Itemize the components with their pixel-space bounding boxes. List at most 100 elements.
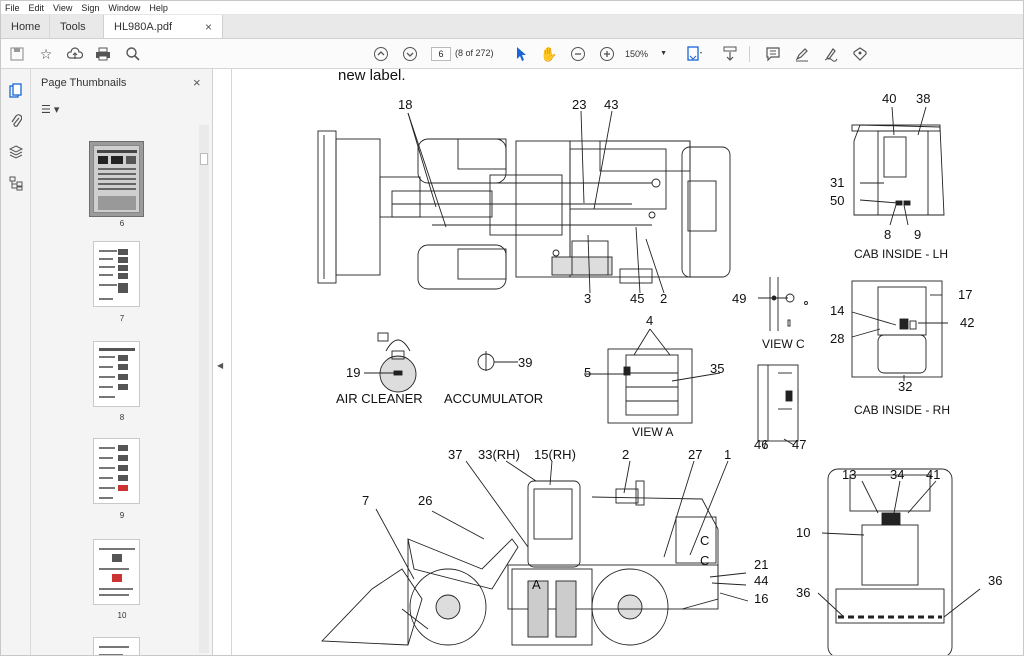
menu-file[interactable]: File [5, 3, 20, 13]
layers-icon[interactable] [6, 142, 26, 162]
callout-15-rh: 15(RH) [534, 447, 576, 462]
callout-26: 26 [418, 493, 433, 508]
caption-cab-inside-lh: CAB INSIDE - LH [854, 247, 949, 261]
callout-34: 34 [890, 467, 905, 482]
caption-view-a: VIEW A [632, 425, 674, 439]
upload-cloud-icon[interactable] [65, 44, 85, 64]
callout-41: 41 [926, 467, 941, 482]
fill-sign-icon[interactable] [821, 44, 841, 64]
menu-window[interactable]: Window [108, 3, 140, 13]
acrobat-window: File Edit View Sign Window Help Home Too… [0, 0, 1024, 656]
hand-icon[interactable]: ✋ [539, 44, 559, 64]
page-thumbnails-icon[interactable] [6, 81, 26, 101]
thumbnail-page-9[interactable] [93, 438, 140, 504]
tab-bar: Home Tools HL980A.pdf × [1, 15, 1023, 39]
caption-view-c: VIEW C [762, 337, 805, 351]
callout-44: 44 [754, 573, 769, 588]
page-count: (8 of 272) [455, 48, 494, 58]
callout-c-lower: C [700, 553, 710, 568]
document-view: new label. 18 23 43 3 45 2 40 38 31 50 8… [231, 69, 1023, 655]
bucket-top-view [317, 130, 337, 284]
thumbnail-scrollbar[interactable] [199, 125, 209, 653]
attachment-icon[interactable] [6, 111, 26, 131]
caption-air-cleaner: AIR CLEANER [336, 391, 423, 406]
callout-47: 47 [792, 437, 807, 452]
chevron-down-icon: ▼ [660, 50, 667, 57]
collapse-panel-icon[interactable]: ◀ [217, 361, 223, 370]
bracket-detail-drawing [757, 364, 799, 442]
tab-home[interactable]: Home [1, 15, 49, 38]
view-a-drawing [607, 348, 693, 424]
menu-help[interactable]: Help [149, 3, 168, 13]
thumbnail-page-11[interactable] [93, 637, 140, 655]
callout-2-side: 2 [622, 447, 630, 462]
document-tab-label: HL980A.pdf [114, 20, 173, 33]
menu-view[interactable]: View [53, 3, 72, 13]
callout-39: 39 [518, 355, 533, 370]
thumbnail-page-8[interactable] [93, 341, 140, 407]
callout-1: 1 [724, 447, 732, 462]
callout-2: 2 [660, 291, 668, 306]
thumbnail-options-icon[interactable]: ☰ ▾ [41, 103, 59, 116]
bucket-side-view [320, 568, 423, 646]
bookmark-star-icon[interactable]: ☆ [36, 44, 56, 64]
zoom-in-icon[interactable] [597, 44, 617, 64]
print-icon[interactable] [93, 44, 113, 64]
scrollbar-handle[interactable] [200, 153, 208, 165]
callout-49: 49 [732, 291, 747, 306]
menu-edit[interactable]: Edit [29, 3, 45, 13]
callout-c-upper: C [700, 533, 710, 548]
zoom-out-icon[interactable] [568, 44, 588, 64]
prev-page-icon[interactable] [371, 44, 391, 64]
next-page-icon[interactable] [400, 44, 420, 64]
share-stamp-icon[interactable] [850, 44, 870, 64]
caption-cab-inside-rh: CAB INSIDE - RH [854, 403, 951, 417]
menu-sign[interactable]: Sign [81, 3, 99, 13]
highlight-icon[interactable] [792, 44, 812, 64]
thumbnail-label: 10 [117, 611, 127, 620]
menu-bar: File Edit View Sign Window Help [1, 1, 1023, 15]
tab-document[interactable]: HL980A.pdf × [103, 15, 223, 38]
thumbnail-label: 6 [119, 219, 125, 228]
caption-accumulator: ACCUMULATOR [444, 391, 544, 406]
callout-21: 21 [754, 557, 769, 572]
thumbnail-label: 7 [119, 314, 125, 323]
close-tab-icon[interactable]: × [205, 20, 212, 34]
callout-4: 4 [646, 313, 654, 328]
callout-33-rh: 33(RH) [478, 447, 520, 462]
callout-18: 18 [398, 97, 413, 112]
callout-7: 7 [362, 493, 370, 508]
callout-28: 28 [830, 331, 845, 346]
select-arrow-icon[interactable] [511, 44, 531, 64]
tab-tools[interactable]: Tools [49, 15, 95, 38]
callout-31: 31 [830, 175, 845, 190]
close-panel-icon[interactable]: × [193, 75, 201, 90]
callout-5: 5 [584, 365, 592, 380]
callout-27: 27 [688, 447, 703, 462]
zoom-select[interactable]: 150% ▼ [625, 47, 671, 61]
toolbar: ☆ 6 (8 of 272) ✋ 150% ▼ [1, 39, 1023, 69]
comment-icon[interactable] [763, 44, 783, 64]
fit-page-icon[interactable] [685, 44, 705, 64]
callout-16: 16 [754, 591, 769, 606]
thumbnail-page-10[interactable] [93, 539, 140, 605]
callout-50: 50 [830, 193, 845, 208]
page-number-input[interactable]: 6 [431, 47, 451, 61]
callout-46: 46 [754, 437, 769, 452]
callout-8: 8 [884, 227, 892, 242]
callout-13: 13 [842, 467, 857, 482]
callout-10: 10 [796, 525, 811, 540]
callout-9: 9 [914, 227, 922, 242]
thumbnail-page-7[interactable] [93, 241, 140, 307]
callout-45: 45 [630, 291, 645, 306]
callout-43: 43 [604, 97, 619, 112]
structure-icon[interactable] [6, 173, 26, 193]
save-icon[interactable] [7, 44, 27, 64]
left-tool-rail [1, 69, 31, 655]
find-zoom-icon[interactable] [123, 44, 143, 64]
scroll-mode-icon[interactable] [720, 44, 740, 64]
callout-40: 40 [882, 91, 897, 106]
panel-title: Page Thumbnails [41, 77, 127, 89]
thumbnail-page-6[interactable] [89, 141, 144, 217]
page-thumbnails-panel: Page Thumbnails × ☰ ▾ 6 7 8 9 10 [31, 69, 213, 655]
